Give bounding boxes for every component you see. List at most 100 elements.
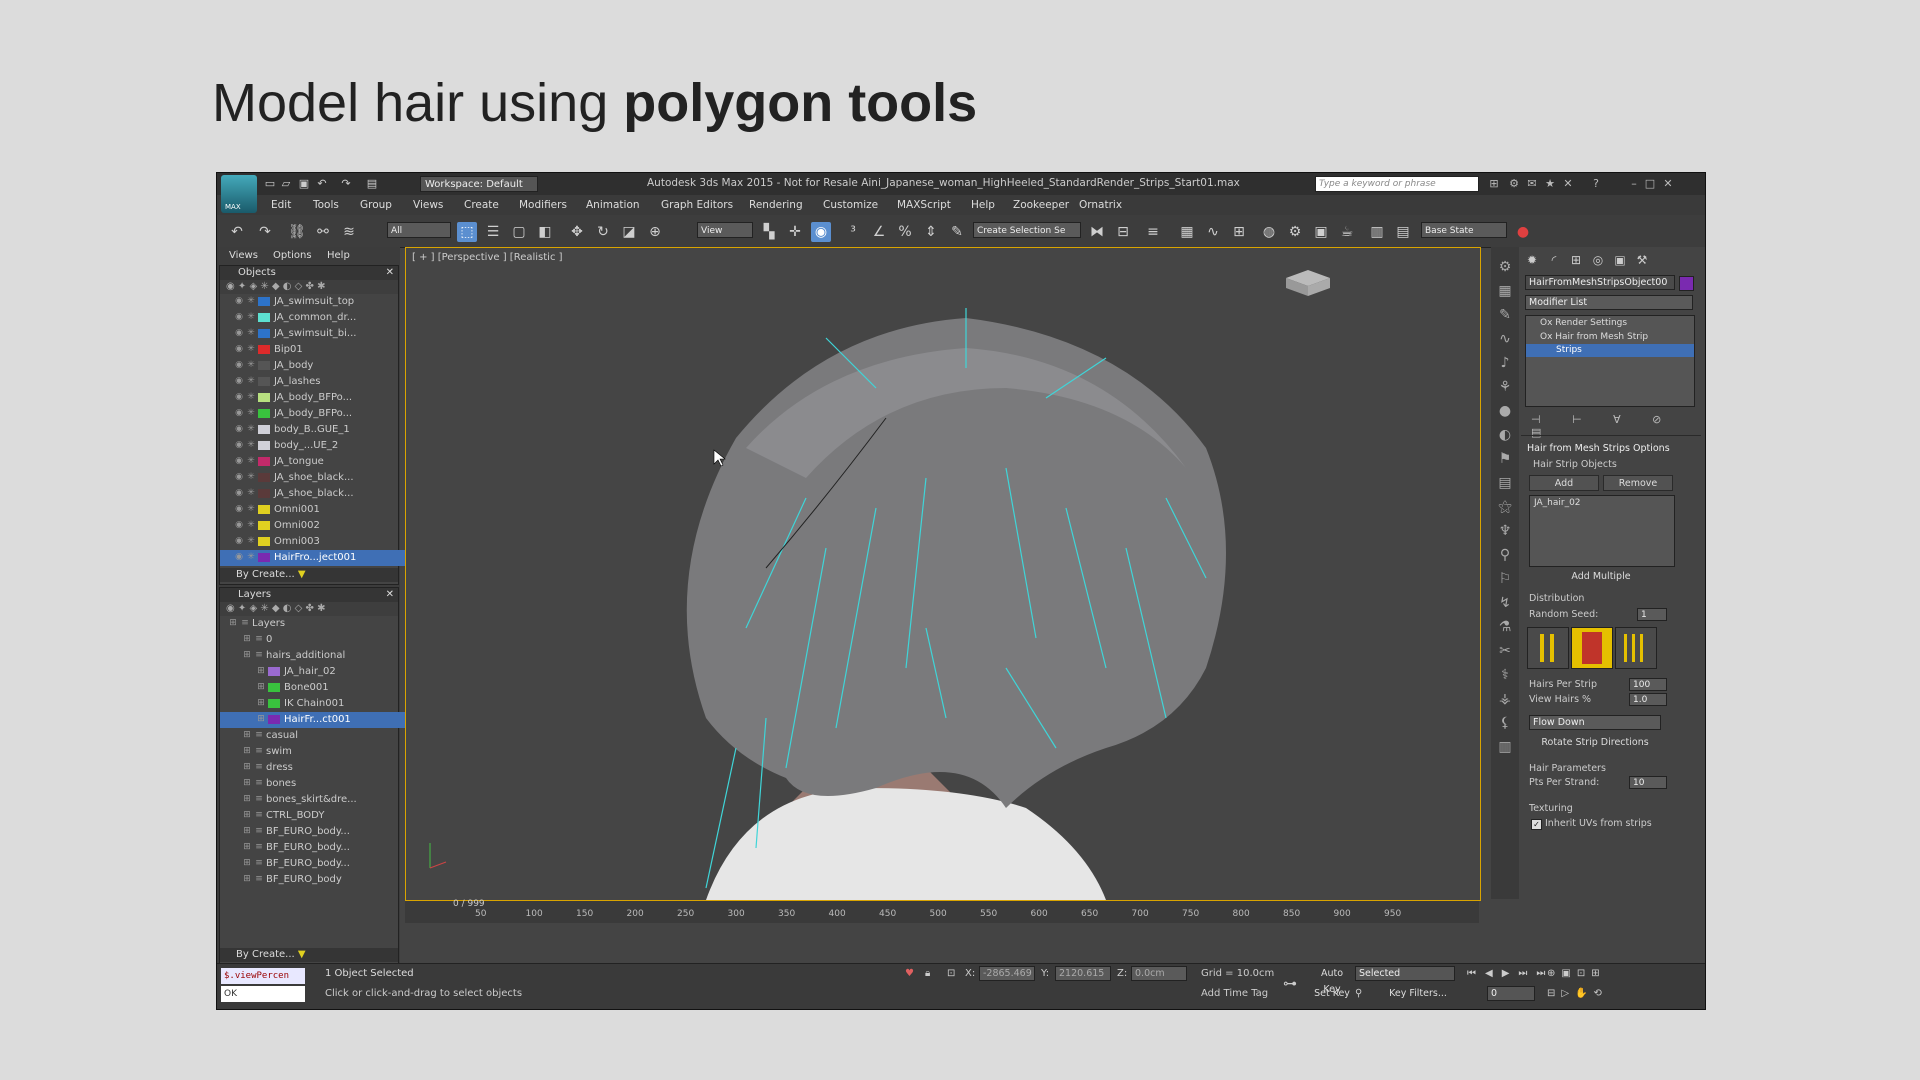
menu-modifiers[interactable]: Modifiers bbox=[519, 199, 567, 211]
maxscript-listener-input[interactable]: $.viewPercen bbox=[221, 968, 305, 984]
visibility-icon[interactable]: ◉ bbox=[234, 328, 244, 338]
scene-states-icon[interactable]: ▤ bbox=[1393, 222, 1413, 242]
close-icon[interactable]: ✕ bbox=[1661, 177, 1675, 191]
expand-icon[interactable]: ⊞ bbox=[242, 874, 252, 884]
new-file-icon[interactable]: ▭ bbox=[263, 177, 277, 191]
random-seed-spinner[interactable]: 1 bbox=[1637, 608, 1667, 621]
timeline[interactable]: 0 / 999 50 100 150 200 250 300 350 400 450 500 550… bbox=[405, 899, 1479, 923]
expand-icon[interactable]: ⊞ bbox=[242, 842, 252, 852]
help-icon[interactable]: ? bbox=[1589, 177, 1603, 191]
snaps-toggle-icon[interactable]: ³ bbox=[843, 222, 863, 242]
perspective-viewport[interactable]: [ + ] [Perspective ] [Realistic ] bbox=[405, 247, 1481, 901]
expand-icon[interactable]: ⊞ bbox=[256, 682, 266, 692]
distribution-even-icon[interactable] bbox=[1527, 627, 1569, 669]
visibility-icon[interactable]: ◉ bbox=[234, 408, 244, 418]
layer-row[interactable]: ⊞ ≡ BF_EURO_body... bbox=[220, 824, 420, 840]
visibility-icon[interactable]: ◉ bbox=[234, 296, 244, 306]
key-icon[interactable]: ⊶ bbox=[1283, 976, 1297, 992]
display-tab-icon[interactable]: ▣ bbox=[1611, 251, 1629, 269]
communication-icon[interactable]: ✉ bbox=[1525, 177, 1539, 191]
menu-animation[interactable]: Animation bbox=[586, 199, 640, 211]
visibility-icon[interactable]: ◉ bbox=[234, 472, 244, 482]
freeze-icon[interactable]: ✳ bbox=[246, 440, 256, 450]
object-color-swatch[interactable] bbox=[1679, 276, 1694, 291]
object-name-field[interactable]: HairFromMeshStripsObject00 bbox=[1525, 275, 1675, 290]
menu-zookeeper[interactable]: Zookeeper bbox=[1013, 199, 1069, 211]
hairs-per-strip-spinner[interactable]: 100 bbox=[1629, 678, 1667, 691]
layer-row[interactable]: ⊞ JA_hair_02 bbox=[220, 664, 434, 680]
menu-create[interactable]: Create bbox=[464, 199, 499, 211]
playback-controls[interactable]: ⏮◀▶⏭⏭ bbox=[1467, 968, 1554, 979]
object-row[interactable]: ◉ ✳ JA_body_BFPo... bbox=[220, 390, 412, 406]
freeze-icon[interactable]: ✳ bbox=[246, 344, 256, 354]
reference-coordinate-dropdown[interactable]: View bbox=[697, 222, 753, 238]
motion-tab-icon[interactable]: ◎ bbox=[1589, 251, 1607, 269]
rotate-icon[interactable]: ↻ bbox=[593, 222, 613, 242]
object-row[interactable]: ◉ ✳ HairFro...ject001 bbox=[220, 550, 412, 566]
layer-row[interactable]: ⊞ ≡ CTRL_BODY bbox=[220, 808, 420, 824]
layer-row[interactable]: ⊞ ≡ bones bbox=[220, 776, 420, 792]
layer-row[interactable]: ⊞ ≡ BF_EURO_body bbox=[220, 872, 420, 888]
explorer-filter-icons[interactable]: ◉ ✦ ◈ ✳ ◆ ◐ ◇ ✤ ✱ bbox=[220, 280, 398, 294]
layer-row[interactable]: ⊞ Bone001 bbox=[220, 680, 434, 696]
object-row[interactable]: ◉ ✳ Omni002 bbox=[220, 518, 412, 534]
freeze-icon[interactable]: ✳ bbox=[246, 360, 256, 370]
expand-icon[interactable]: ⊞ bbox=[256, 698, 266, 708]
visibility-icon[interactable]: ◉ bbox=[234, 488, 244, 498]
freeze-icon[interactable]: ✳ bbox=[246, 376, 256, 386]
visibility-icon[interactable]: ◉ bbox=[234, 456, 244, 466]
object-row[interactable]: ◉ ✳ JA_lashes bbox=[220, 374, 412, 390]
pts-per-strand-spinner[interactable]: 10 bbox=[1629, 776, 1667, 789]
expand-icon[interactable]: ⊞ bbox=[242, 778, 252, 788]
object-row[interactable]: ◉ ✳ Omni003 bbox=[220, 534, 412, 550]
selection-region-icon[interactable]: ▢ bbox=[509, 222, 529, 242]
select-object-icon[interactable]: ⬚ bbox=[457, 222, 477, 242]
expand-icon[interactable]: ⊞ bbox=[242, 762, 252, 772]
layer-row[interactable]: ⊞ ≡ Layers bbox=[220, 616, 406, 632]
angle-snap-icon[interactable]: ∠ bbox=[869, 222, 889, 242]
favorites-icon[interactable]: ★ bbox=[1543, 177, 1557, 191]
freeze-icon[interactable]: ✳ bbox=[246, 552, 256, 562]
schematic-view-icon[interactable]: ⊞ bbox=[1229, 222, 1249, 242]
freeze-icon[interactable]: ✳ bbox=[246, 536, 256, 546]
filter-icon[interactable]: ▼ bbox=[298, 949, 306, 960]
menu-edit[interactable]: Edit bbox=[271, 199, 291, 211]
material-editor-icon[interactable]: ◍ bbox=[1259, 222, 1279, 242]
inherit-uvs-checkbox[interactable]: ✓ bbox=[1531, 819, 1542, 830]
filter-icon[interactable]: ▼ bbox=[298, 569, 306, 580]
viewport-nav-controls-2[interactable]: ⊟▷✋⟲ bbox=[1547, 988, 1608, 999]
select-manipulate-icon[interactable]: ✛ bbox=[785, 222, 805, 242]
menu-rendering[interactable]: Rendering bbox=[749, 199, 803, 211]
expand-icon[interactable]: ⊞ bbox=[228, 618, 238, 628]
select-by-name-icon[interactable]: ☰ bbox=[483, 222, 503, 242]
current-frame-field[interactable]: 0 bbox=[1487, 986, 1535, 1001]
layer-filter-icons[interactable]: ◉ ✦ ◈ ✳ ◆ ◐ ◇ ✤ ✱ bbox=[220, 602, 398, 616]
freeze-icon[interactable]: ✳ bbox=[246, 408, 256, 418]
freeze-icon[interactable]: ✳ bbox=[246, 488, 256, 498]
viewport-nav-controls[interactable]: ⊕▣⊡⊞ bbox=[1547, 968, 1606, 979]
layer-explorer-icon[interactable]: ≡ bbox=[1143, 222, 1163, 242]
scale-icon[interactable]: ◪ bbox=[619, 222, 639, 242]
remove-button[interactable]: Remove bbox=[1603, 475, 1673, 491]
visibility-icon[interactable]: ◉ bbox=[234, 440, 244, 450]
strip-object-item[interactable]: JA_hair_02 bbox=[1530, 496, 1674, 510]
mirror-icon[interactable]: ⧓ bbox=[1087, 222, 1107, 242]
render-production-icon[interactable]: ☕ bbox=[1337, 222, 1357, 242]
time-slider[interactable]: 0 / 999 bbox=[405, 899, 525, 909]
minimize-icon[interactable]: – bbox=[1627, 177, 1641, 191]
explorer-menu-options[interactable]: Options bbox=[273, 250, 312, 261]
layer-row[interactable]: ⊞ ≡ casual bbox=[220, 728, 420, 744]
explorer-menu-help[interactable]: Help bbox=[327, 250, 350, 261]
view-hairs-spinner[interactable]: 1.0 bbox=[1629, 693, 1667, 706]
layer-row[interactable]: ⊞ ≡ BF_EURO_body... bbox=[220, 840, 420, 856]
state-sets-dropdown[interactable]: Base State bbox=[1421, 222, 1507, 238]
expand-icon[interactable]: ⊞ bbox=[256, 666, 266, 676]
menu-graph-editors[interactable]: Graph Editors bbox=[661, 199, 733, 211]
layer-by-create[interactable]: By Create... ▼ bbox=[220, 948, 398, 962]
bind-space-warp-icon[interactable]: ≋ bbox=[339, 222, 359, 242]
rendered-frame-icon[interactable]: ▣ bbox=[1311, 222, 1331, 242]
visibility-icon[interactable]: ◉ bbox=[234, 312, 244, 322]
pivot-center-icon[interactable]: ▚ bbox=[759, 222, 779, 242]
y-coordinate-field[interactable]: 2120.615 bbox=[1055, 966, 1111, 981]
close-icon[interactable]: ✕ bbox=[386, 588, 394, 602]
